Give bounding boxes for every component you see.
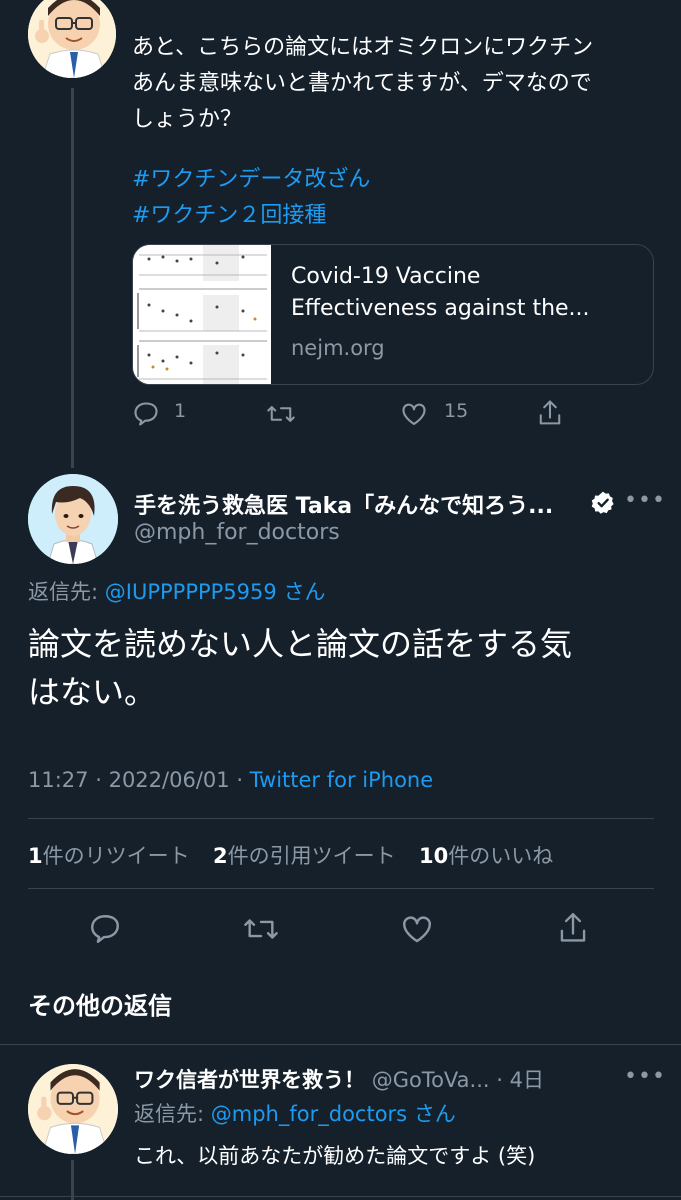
doctor-portrait-illustration xyxy=(28,474,118,564)
display-name[interactable]: ワク信者が世界を救う！ xyxy=(134,1068,365,1092)
retweet-button[interactable] xyxy=(266,400,296,428)
card-text: Covid-19 Vaccine Effectiveness against t… xyxy=(291,261,636,363)
doctor-avatar-illustration xyxy=(28,1064,118,1154)
reply-to-handle[interactable]: @mph_for_doctors xyxy=(211,1102,407,1126)
reply-to-label: 返信先: xyxy=(28,580,99,604)
heart-icon xyxy=(402,403,426,425)
quotes-stat[interactable]: 2件の引用ツイート xyxy=(213,844,396,868)
reply-icon xyxy=(134,402,158,426)
reply-header: ワク信者が世界を救う！ @GoToVa... · 4日 xyxy=(134,1068,544,1092)
prev-tweet-text: あと、こちらの論文にはオミクロンにワクチン あんま意味ないと書かれてますが、デマ… xyxy=(132,35,594,132)
hashtag-link[interactable]: #ワクチン２回接種 xyxy=(132,198,370,234)
chart-thumbnail-image xyxy=(133,245,271,384)
divider xyxy=(0,1044,681,1045)
retweets-stat[interactable]: 1件のリツイート xyxy=(28,844,190,868)
reply-text: これ、以前あなたが勧めた論文ですよ (笑) xyxy=(134,1144,536,1168)
reply-button[interactable] xyxy=(132,400,160,428)
retweet-icon xyxy=(267,406,295,422)
divider xyxy=(28,888,654,889)
tweet-text: 論文を読めない人と論文の話をする気 はない。 xyxy=(28,625,573,711)
reply-to-suffix: さん xyxy=(283,580,326,604)
like-button[interactable] xyxy=(400,912,434,946)
display-name[interactable]: 手を洗う救急医 Taka「みんなで知ろう... xyxy=(134,488,553,520)
more-options-button[interactable]: ••• xyxy=(624,1064,666,1089)
tweet-stats: 1件のリツイート 2件の引用ツイート 10件のいいね xyxy=(28,840,553,870)
avatar[interactable] xyxy=(28,1064,118,1154)
reply-icon xyxy=(91,915,119,943)
doctor-avatar-illustration xyxy=(28,0,116,78)
heart-icon xyxy=(403,916,431,943)
avatar[interactable] xyxy=(28,0,116,78)
link-card[interactable]: Covid-19 Vaccine Effectiveness against t… xyxy=(132,244,654,385)
divider xyxy=(28,818,654,819)
tweet-meta: 11:27 · 2022/06/01 · Twitter for iPhone xyxy=(28,768,434,792)
reply-button[interactable] xyxy=(88,912,122,946)
reply-count: 1 xyxy=(174,400,187,422)
retweet-button[interactable] xyxy=(242,912,280,946)
share-icon xyxy=(560,912,586,942)
tweet-time: 4日 xyxy=(509,1068,544,1092)
card-title: Covid-19 Vaccine Effectiveness against t… xyxy=(291,264,590,321)
handle[interactable]: @GoToVa... xyxy=(372,1068,490,1092)
reply-to-suffix: さん xyxy=(413,1102,456,1126)
retweet-icon xyxy=(244,919,278,939)
avatar[interactable] xyxy=(28,474,118,564)
more-options-button[interactable]: ••• xyxy=(624,488,666,513)
verified-badge xyxy=(590,490,616,520)
divider xyxy=(0,1196,681,1197)
reply-to-handle[interactable]: @IUPPPPPP5959 xyxy=(105,580,277,604)
reply-to-label: 返信先: xyxy=(134,1102,205,1126)
tweet-time: 11:27 xyxy=(28,768,89,792)
prev-tweet-hashtags: #ワクチンデータ改ざん #ワクチン２回接種 xyxy=(132,162,370,234)
share-button[interactable] xyxy=(556,910,590,946)
reply-to: 返信先: @mph_for_doctors さん xyxy=(134,1098,456,1128)
like-count: 15 xyxy=(444,400,469,422)
reply-to: 返信先: @IUPPPPPP5959 さん xyxy=(28,576,325,606)
share-icon xyxy=(539,400,561,425)
tweet-date: 2022/06/01 xyxy=(108,768,230,792)
card-thumbnail xyxy=(133,245,271,384)
share-button[interactable] xyxy=(536,398,564,428)
verified-badge-icon xyxy=(591,491,614,514)
thread-line xyxy=(71,88,74,468)
more-replies-heading: その他の返信 xyxy=(28,992,172,1020)
card-domain: nejm.org xyxy=(291,336,385,360)
hashtag-link[interactable]: #ワクチンデータ改ざん xyxy=(132,162,370,198)
likes-stat[interactable]: 10件のいいね xyxy=(419,844,553,868)
prev-tweet-actions: 1 15 xyxy=(132,396,572,432)
handle[interactable]: @mph_for_doctors xyxy=(134,520,340,545)
thread-line xyxy=(71,1160,74,1200)
like-button[interactable] xyxy=(400,400,428,428)
tweet-source[interactable]: Twitter for iPhone xyxy=(250,768,434,792)
main-tweet-actions xyxy=(0,908,681,952)
